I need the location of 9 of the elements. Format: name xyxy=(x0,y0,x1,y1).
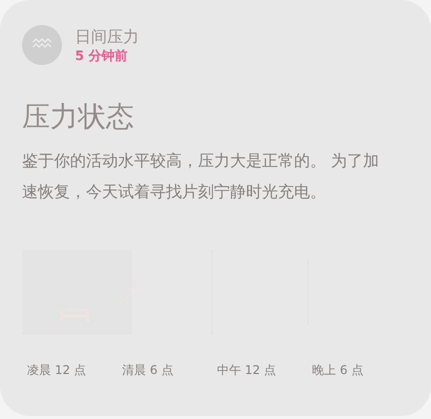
wave-icon xyxy=(22,25,62,65)
timestamp: 5 分钟前 xyxy=(75,48,129,66)
axis-label: 凌晨 12 点 xyxy=(27,362,87,379)
card-title: 日间压力 xyxy=(75,26,139,48)
axis-label: 晚上 6 点 xyxy=(312,362,364,379)
status-heading: 压力状态 xyxy=(22,99,135,135)
status-message: 鉴于你的活动水平较高，压力大是正常的。 为了加速恢复，今天试着寻找片刻宁静时光充电。 xyxy=(22,150,380,203)
axis-label: 清晨 6 点 xyxy=(122,362,174,379)
axis-label: 中午 12 点 xyxy=(217,362,277,379)
